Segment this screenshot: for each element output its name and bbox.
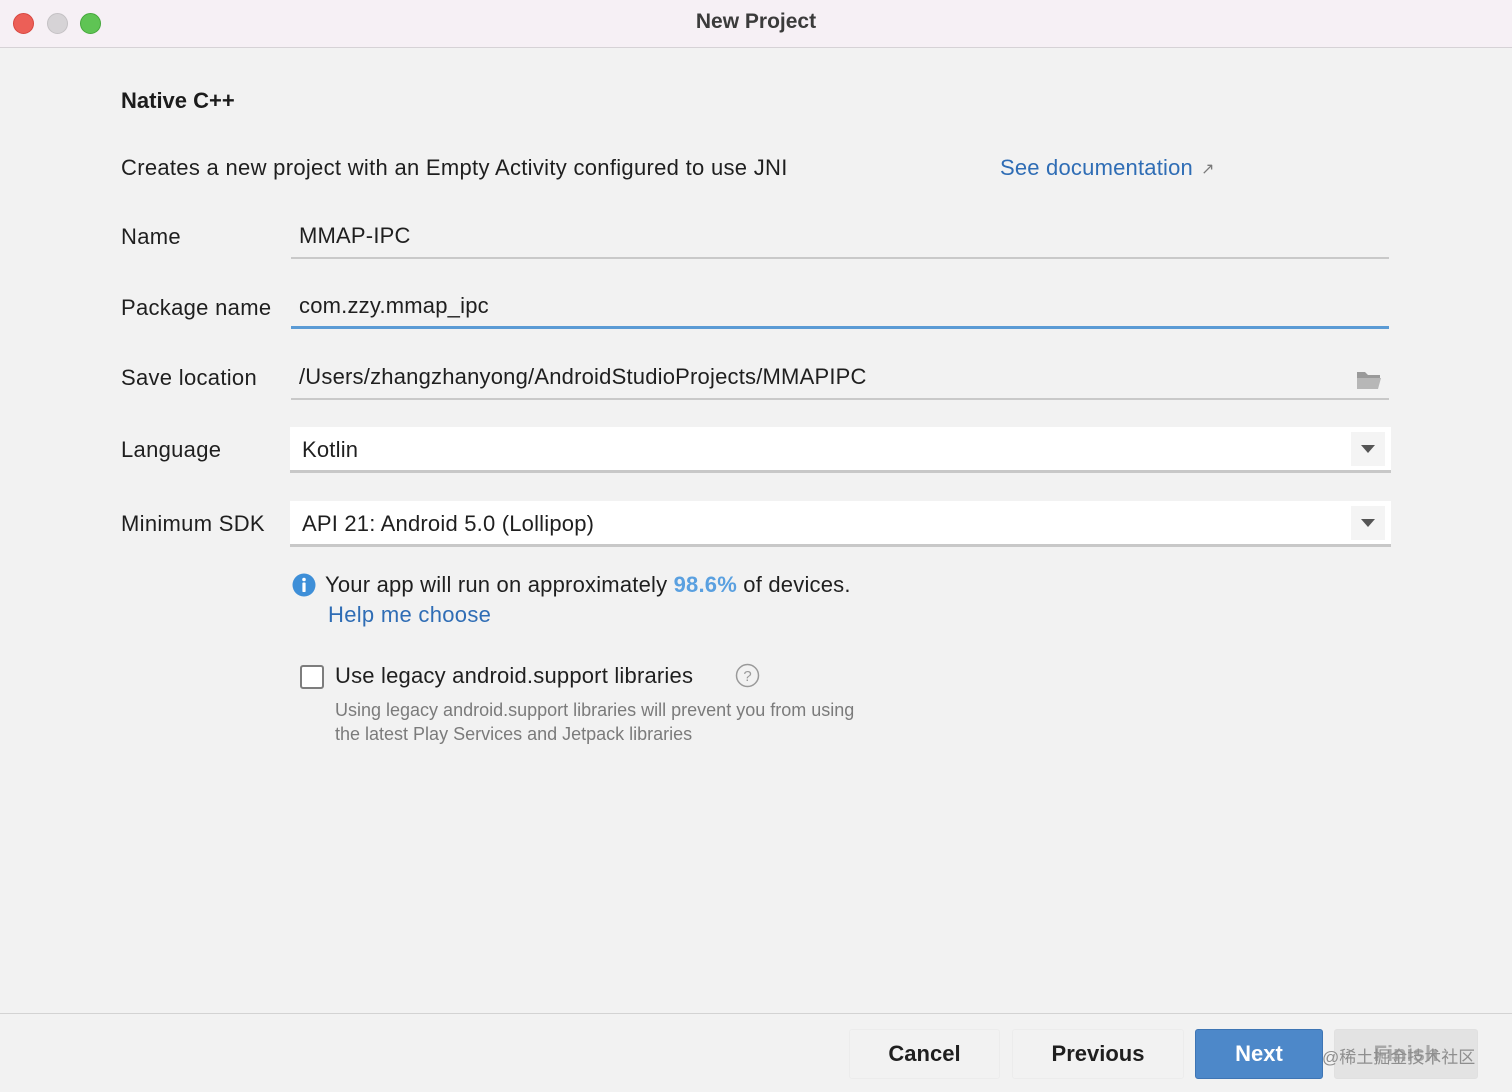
- question-mark-icon[interactable]: ?: [735, 663, 760, 688]
- see-documentation-link[interactable]: See documentation ↗: [1000, 155, 1215, 181]
- footer-divider: [0, 1013, 1512, 1014]
- coverage-prefix: Your app will run on approximately: [325, 572, 674, 597]
- next-button[interactable]: Next: [1195, 1029, 1323, 1079]
- name-label: Name: [121, 224, 181, 249]
- language-value: Kotlin: [302, 437, 359, 462]
- device-coverage-text: Your app will run on approximately 98.6%…: [325, 572, 851, 598]
- chevron-down-icon: [1361, 519, 1375, 527]
- save-location-label: Save location: [121, 365, 257, 390]
- svg-text:?: ?: [743, 668, 751, 685]
- info-icon: [292, 573, 316, 597]
- legacy-note-line1: Using legacy android.support libraries w…: [335, 700, 855, 720]
- new-project-window: New Project Native C++ Creates a new pro…: [0, 0, 1512, 1092]
- minimum-sdk-value: API 21: Android 5.0 (Lollipop): [302, 511, 595, 536]
- external-link-icon: ↗: [1200, 161, 1215, 178]
- package-name-field[interactable]: com.zzy.mmap_ipc: [291, 289, 1389, 329]
- language-dropdown[interactable]: Kotlin: [290, 427, 1391, 473]
- template-heading: Native C++: [121, 88, 235, 113]
- legacy-support-checkbox[interactable]: [300, 665, 324, 689]
- previous-button[interactable]: Previous: [1012, 1029, 1184, 1079]
- save-location-value: /Users/zhangzhanyong/AndroidStudioProjec…: [299, 364, 867, 389]
- minimum-sdk-dropdown-button[interactable]: [1351, 506, 1385, 540]
- name-field[interactable]: MMAP-IPC: [291, 219, 1389, 259]
- language-dropdown-button[interactable]: [1351, 432, 1385, 466]
- title-bar[interactable]: New Project: [0, 0, 1512, 48]
- help-me-choose-link[interactable]: Help me choose: [328, 602, 491, 628]
- coverage-suffix: of devices.: [737, 572, 851, 597]
- legacy-note-line2: the latest Play Services and Jetpack lib…: [335, 724, 693, 744]
- see-documentation-label: See documentation: [1000, 155, 1193, 180]
- name-value: MMAP-IPC: [299, 223, 411, 248]
- cancel-button[interactable]: Cancel: [849, 1029, 1000, 1079]
- package-name-label: Package name: [121, 295, 272, 320]
- minimum-sdk-label: Minimum SDK: [121, 511, 265, 536]
- minimum-sdk-dropdown[interactable]: API 21: Android 5.0 (Lollipop): [290, 501, 1391, 547]
- watermark: @稀土掘金技术社区: [1322, 1048, 1476, 1067]
- coverage-percent: 98.6%: [673, 572, 737, 597]
- chevron-down-icon: [1361, 445, 1375, 453]
- package-name-value: com.zzy.mmap_ipc: [299, 293, 489, 318]
- legacy-support-label[interactable]: Use legacy android.support libraries: [335, 663, 693, 689]
- save-location-field[interactable]: /Users/zhangzhanyong/AndroidStudioProjec…: [291, 360, 1389, 400]
- window-title: New Project: [695, 10, 817, 33]
- folder-icon[interactable]: [1355, 368, 1383, 390]
- language-label: Language: [121, 437, 222, 462]
- template-description: Creates a new project with an Empty Acti…: [121, 155, 788, 180]
